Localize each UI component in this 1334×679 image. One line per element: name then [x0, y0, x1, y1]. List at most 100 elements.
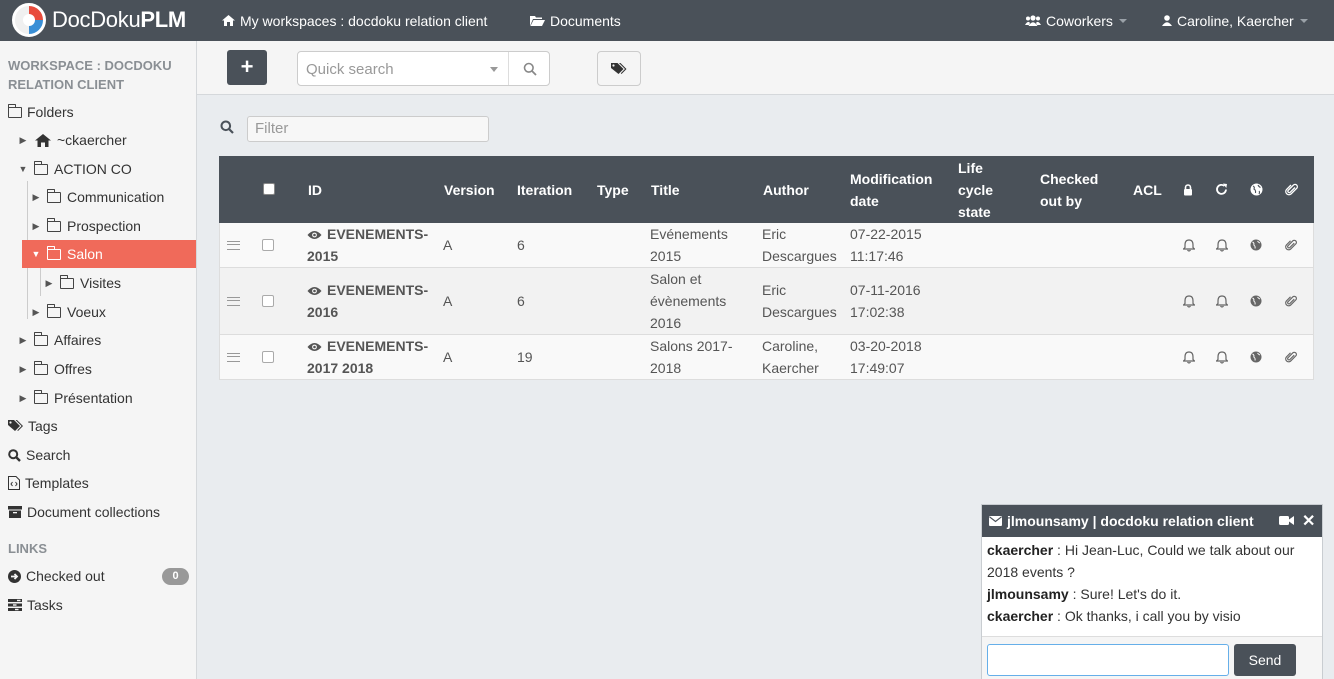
column-header-title[interactable]: Title: [651, 156, 680, 223]
column-header-id[interactable]: ID: [308, 156, 322, 223]
nav-documents-label: Documents: [550, 12, 621, 29]
drag-handle-icon[interactable]: [227, 240, 240, 250]
sidebar-item-search[interactable]: Search: [8, 441, 204, 469]
globe-icon[interactable]: [1250, 335, 1262, 379]
chat-message-text: : Sure! Let's do it.: [1068, 586, 1182, 602]
close-icon[interactable]: ✕: [1302, 511, 1315, 531]
home-icon: [222, 15, 235, 26]
column-header-version[interactable]: Version: [444, 156, 495, 223]
folder-icon: [47, 217, 61, 232]
table-row[interactable]: EVENEMENTS-2015 A 6 Evénements 2015 Eric Des…: [219, 223, 1314, 268]
brand-logo[interactable]: DocDokuPLM: [12, 3, 186, 37]
chat-message-input[interactable]: [987, 644, 1229, 676]
documents-table: ID Version Iteration Type Title Author M…: [219, 156, 1314, 380]
column-header-lock: [1183, 156, 1193, 223]
chevron-down-icon[interactable]: [490, 67, 498, 72]
nav-documents[interactable]: Documents: [530, 0, 621, 41]
chat-message-user: jlmounsamy: [987, 586, 1069, 602]
document-id-link[interactable]: EVENEMENTS-2016: [307, 268, 432, 334]
folder-salon[interactable]: ▼ Salon: [22, 240, 196, 268]
arrow-circle-right-icon: [8, 569, 21, 583]
eye-icon[interactable]: [307, 338, 327, 354]
send-button[interactable]: Send: [1234, 644, 1296, 676]
folder-label: Visites: [80, 275, 121, 291]
paperclip-icon[interactable]: [1285, 335, 1297, 379]
folder-offres[interactable]: ▶ Offres: [18, 355, 214, 383]
nav-user-menu[interactable]: Caroline, Kaercher: [1162, 0, 1308, 41]
nav-my-workspaces[interactable]: My workspaces : docdoku relation client: [222, 0, 487, 41]
sidebar-item-checked-out[interactable]: Checked out 0: [8, 562, 196, 590]
tags-button[interactable]: [597, 51, 641, 86]
column-header-modification-date[interactable]: Modification date: [850, 156, 942, 223]
folder-label: Offres: [54, 361, 92, 377]
folder-icon: [60, 274, 74, 289]
chat-header: jlmounsamy | docdoku relation client ✕: [982, 505, 1322, 537]
row-checkbox[interactable]: [262, 295, 274, 307]
select-all-checkbox-cell: [263, 156, 275, 223]
folder-icon: [34, 360, 48, 375]
column-header-attachments: [1285, 156, 1298, 223]
column-header-type[interactable]: Type: [597, 156, 629, 223]
folder-voeux[interactable]: ▶ Voeux: [31, 298, 227, 326]
document-title: Salons 2017-2018: [650, 338, 733, 376]
caret-right-icon: ▶: [32, 306, 40, 317]
folder-icon: [47, 303, 61, 318]
column-header-checked-out-by[interactable]: Checked out by: [1040, 156, 1110, 223]
document-author[interactable]: Eric Descargues: [762, 223, 837, 267]
table-row[interactable]: EVENEMENTS-2016 A 6 Salon et évènements 201…: [219, 268, 1314, 335]
filter-input[interactable]: Filter: [247, 116, 489, 142]
sidebar-item-label: Search: [26, 447, 71, 463]
caret-right-icon: ▶: [45, 277, 53, 288]
sidebar-item-label: Templates: [25, 475, 89, 491]
chat-messages: ckaercher : Hi Jean-Luc, Could we talk a…: [982, 537, 1322, 636]
nav-coworkers-label: Coworkers: [1046, 12, 1113, 29]
drag-handle-icon[interactable]: [227, 296, 240, 306]
notification-bell-icon[interactable]: [1183, 223, 1195, 267]
folder-affaires[interactable]: ▶ Affaires: [18, 326, 214, 354]
folder-communication[interactable]: ▶ Communication: [31, 183, 227, 211]
column-header-iteration[interactable]: Iteration: [517, 156, 572, 223]
checked-out-count-badge: 0: [162, 568, 189, 585]
chat-message-user: ckaercher: [987, 542, 1054, 558]
search-icon[interactable]: [523, 62, 537, 76]
eye-icon[interactable]: [307, 282, 327, 298]
folder-presentation[interactable]: ▶ Présentation: [18, 384, 214, 412]
paperclip-icon[interactable]: [1285, 268, 1297, 334]
eye-icon[interactable]: [307, 226, 327, 242]
notification-bell-icon[interactable]: [1216, 223, 1228, 267]
column-header-lifecycle-state[interactable]: Life cycle state: [958, 156, 1003, 223]
folder-prospection[interactable]: ▶ Prospection: [31, 212, 227, 240]
document-id-link[interactable]: EVENEMENTS-2015: [307, 223, 432, 267]
notification-bell-icon[interactable]: [1216, 335, 1228, 379]
select-all-checkbox[interactable]: [263, 182, 275, 195]
document-id-link[interactable]: EVENEMENTS-2017 2018: [307, 335, 432, 379]
notification-bell-icon[interactable]: [1183, 268, 1195, 334]
folder-visites[interactable]: ▶ Visites: [44, 269, 240, 297]
document-author[interactable]: Caroline, Kaercher: [762, 335, 837, 379]
sidebar-item-folders[interactable]: Folders: [8, 98, 204, 126]
table-row[interactable]: EVENEMENTS-2017 2018 A 19 Salons 2017-2018 C…: [219, 335, 1314, 380]
column-header-author[interactable]: Author: [763, 156, 809, 223]
sidebar-item-document-collections[interactable]: Document collections: [8, 498, 204, 526]
sidebar-item-templates[interactable]: Templates: [8, 469, 204, 497]
document-author[interactable]: Eric Descargues: [762, 268, 837, 334]
sidebar-item-tasks[interactable]: Tasks: [8, 591, 204, 619]
row-checkbox[interactable]: [262, 351, 274, 363]
folder-action-co[interactable]: ▼ ACTION CO: [18, 155, 214, 183]
row-checkbox[interactable]: [262, 239, 274, 251]
folder-ckaercher[interactable]: ▶ ~ckaercher: [18, 126, 214, 154]
add-document-button[interactable]: +: [227, 50, 267, 85]
drag-handle-cell: [227, 223, 240, 267]
notification-bell-icon[interactable]: [1183, 335, 1195, 379]
column-header-acl[interactable]: ACL: [1133, 156, 1162, 223]
globe-icon[interactable]: [1250, 223, 1262, 267]
sidebar-item-tags[interactable]: Tags: [8, 412, 204, 440]
quick-search-input[interactable]: Quick search: [297, 51, 550, 86]
drag-handle-icon[interactable]: [227, 352, 240, 362]
nav-coworkers[interactable]: Coworkers: [1025, 0, 1127, 41]
paperclip-icon[interactable]: [1285, 223, 1297, 267]
notification-bell-icon[interactable]: [1216, 268, 1228, 334]
document-iteration: 19: [517, 349, 533, 365]
globe-icon[interactable]: [1250, 268, 1262, 334]
video-camera-icon[interactable]: [1279, 515, 1294, 526]
